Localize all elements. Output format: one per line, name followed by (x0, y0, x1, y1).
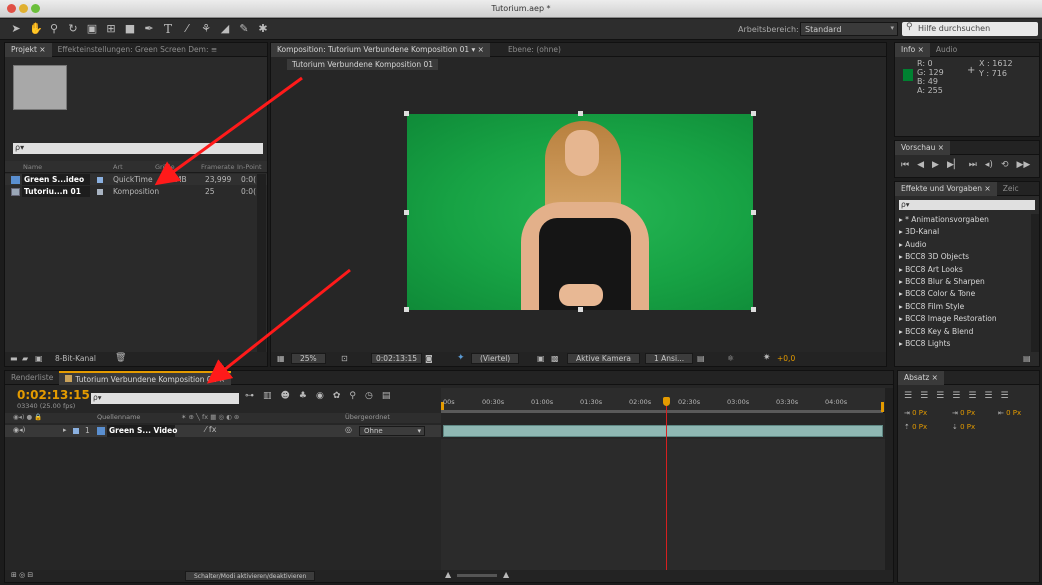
arrow-to-timeline-tab (206, 268, 351, 384)
arrow-to-project-item (154, 76, 303, 186)
annotation-arrows (154, 76, 351, 384)
